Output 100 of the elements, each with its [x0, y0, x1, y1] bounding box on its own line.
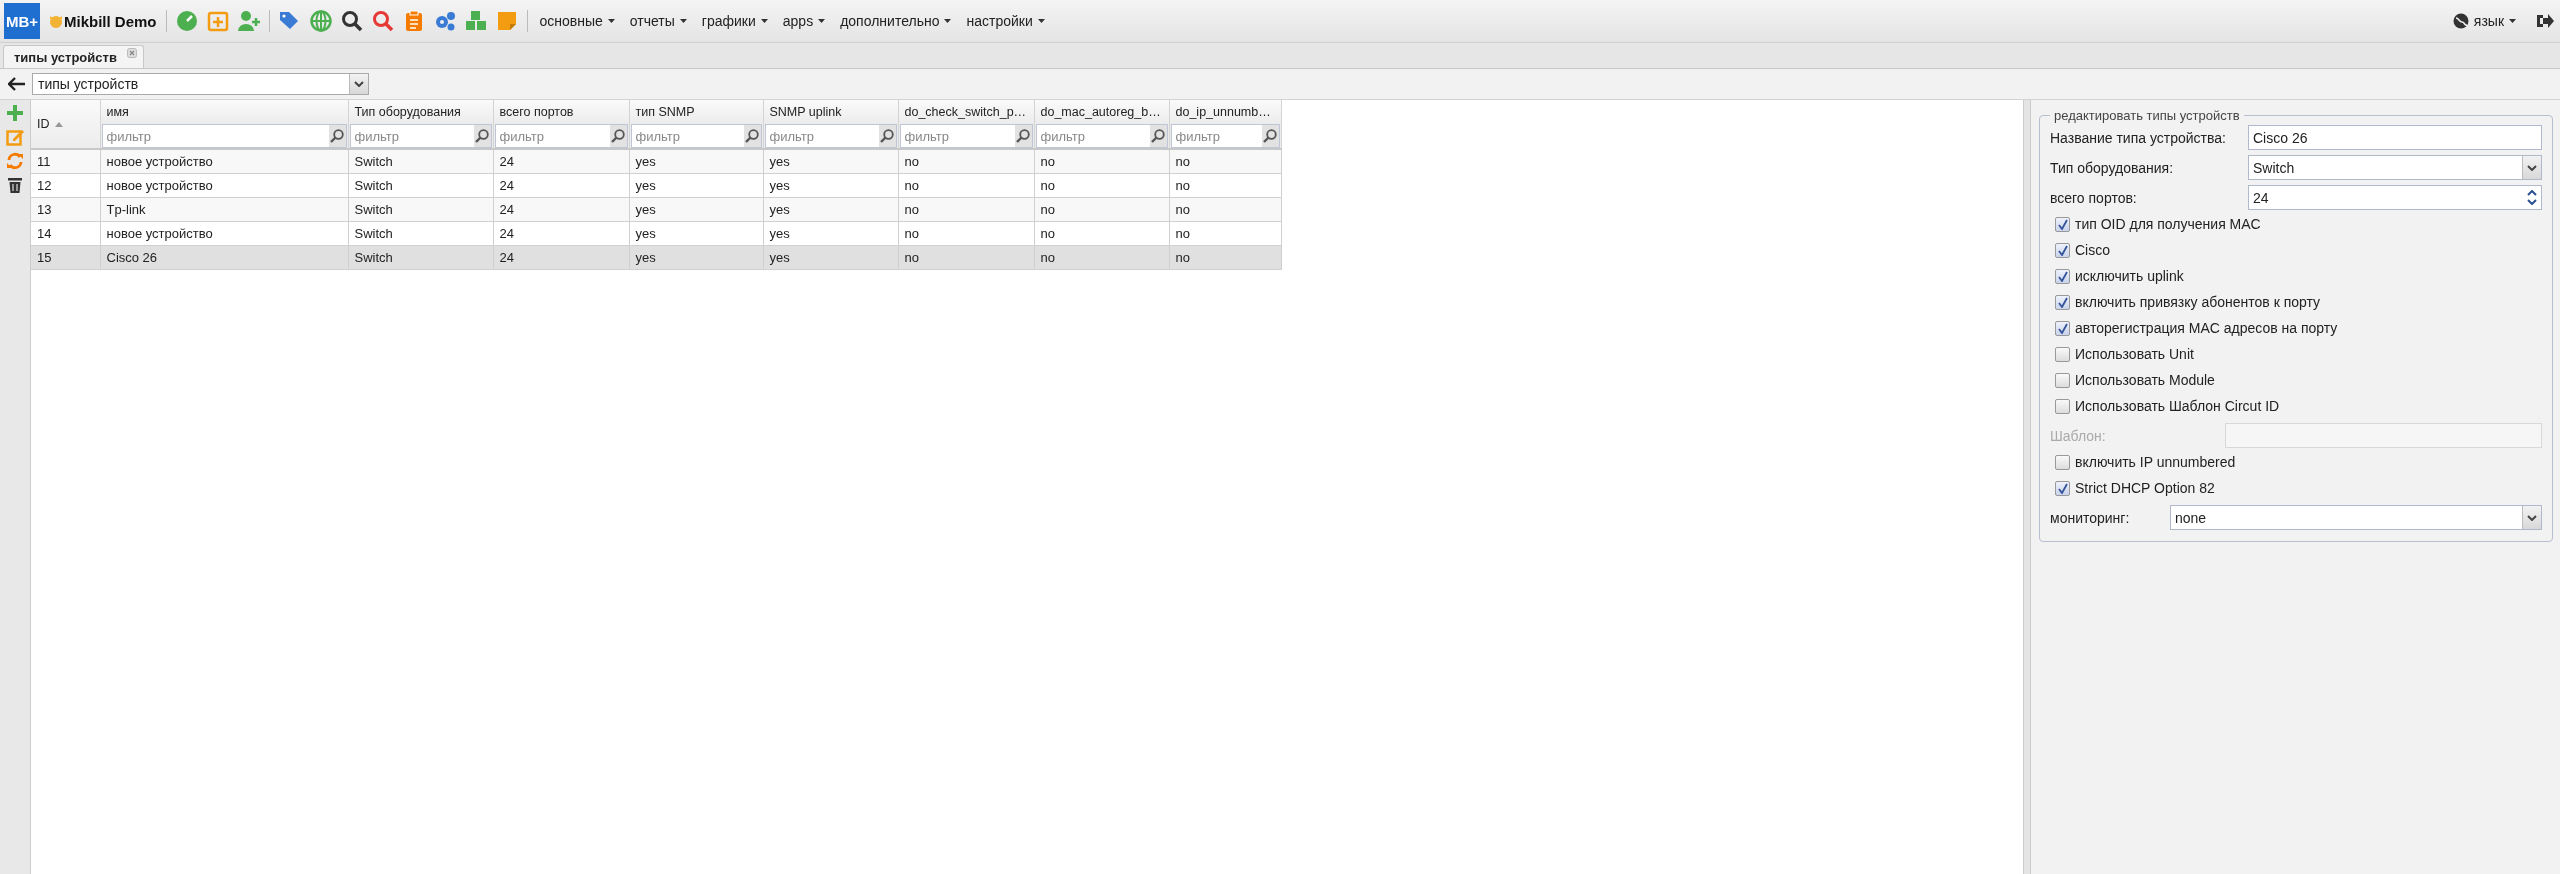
search-icon[interactable]	[340, 10, 363, 32]
caret-icon	[760, 19, 768, 23]
trash-icon[interactable]	[6, 176, 24, 194]
checkbox[interactable]	[2055, 216, 2070, 232]
table-cell: no	[904, 250, 919, 265]
check-icon	[2057, 218, 2068, 230]
table-cell: yes	[769, 202, 790, 217]
tags-icon[interactable]	[278, 10, 301, 32]
brand-name[interactable]: Mikbill Demo	[64, 12, 157, 30]
field-label: Тип оборудования:	[2050, 159, 2175, 176]
table-cell: Cisco 26	[106, 250, 158, 265]
back-arrow-icon[interactable]	[8, 77, 26, 91]
column-header[interactable]: ID	[31, 100, 100, 149]
table-cell: yes	[635, 226, 656, 241]
field-label: мониторинг:	[2050, 509, 2131, 526]
table-cell: 24	[499, 178, 514, 193]
checkbox[interactable]	[2055, 480, 2070, 496]
table-cell: no	[1175, 250, 1190, 265]
table-cell: Switch	[354, 178, 393, 193]
checkbox[interactable]	[2055, 268, 2070, 284]
field-label: Шаблон:	[2050, 427, 2107, 444]
table-cell: 24	[499, 226, 514, 241]
caret-icon	[2509, 19, 2516, 23]
menu-item[interactable]: дополнительно	[837, 13, 955, 29]
logout-icon[interactable]	[2536, 13, 2554, 29]
checkbox-label: включить IP unnumbered	[2075, 454, 2236, 470]
checkbox-label: исключить uplink	[2075, 268, 2184, 284]
field-label: Название типа устройства:	[2050, 129, 2227, 146]
table-row[interactable]: 13 Tp-link Switch 24 yes yes no no no	[31, 197, 1281, 222]
close-icon[interactable]	[126, 48, 137, 58]
caret-icon	[607, 19, 615, 23]
checkbox[interactable]	[2055, 346, 2070, 362]
column-header[interactable]: do_check_switch_p…	[898, 100, 1034, 123]
language-menu[interactable]: язык	[2449, 13, 2519, 29]
check-icon	[2057, 244, 2068, 256]
checkbox-label: авторегистрация MAC адресов на порту	[2075, 320, 2338, 336]
select-field[interactable]: Switch	[2248, 155, 2542, 180]
checkbox-label: Cisco	[2075, 242, 2110, 258]
table-cell: 13	[37, 202, 52, 217]
table-cell: 24	[499, 154, 514, 169]
column-header[interactable]: всего портов	[493, 100, 629, 123]
spin-down-icon[interactable]	[2527, 199, 2537, 205]
table-cell: yes	[769, 154, 790, 169]
checkbox[interactable]	[2055, 294, 2070, 310]
checkbox[interactable]	[2055, 242, 2070, 258]
table-row[interactable]: 11 новое устройство Switch 24 yes yes no no no	[31, 149, 1281, 174]
checkbox[interactable]	[2055, 398, 2070, 414]
menu-item[interactable]: графики	[698, 13, 771, 29]
menu-item[interactable]: apps	[779, 13, 829, 29]
input-field[interactable]: 24	[2248, 185, 2542, 210]
table-row[interactable]: 14 новое устройство Switch 24 yes yes no no no	[31, 221, 1281, 246]
checkbox-label: Использовать Шаблон Circut ID	[2075, 398, 2280, 414]
spin-up-icon[interactable]	[2527, 190, 2537, 196]
checkbox[interactable]	[2055, 372, 2070, 388]
caret-icon	[679, 19, 687, 23]
tab[interactable]: типы устройств	[3, 45, 144, 68]
menu-item[interactable]: настройки	[963, 13, 1048, 29]
chevron-down-icon	[2527, 514, 2537, 521]
table-cell: no	[1175, 178, 1190, 193]
table-row[interactable]: 12 новое устройство Switch 24 yes yes no no no	[31, 173, 1281, 198]
column-header[interactable]: тип SNMP	[629, 100, 763, 123]
table-cell: Switch	[354, 154, 393, 169]
select-field[interactable]: none	[2170, 505, 2542, 530]
table-cell: no	[904, 226, 919, 241]
column-header[interactable]: do_mac_autoreg_b…	[1034, 100, 1169, 123]
table-cell: no	[1175, 154, 1190, 169]
caret-icon	[944, 19, 952, 23]
table-cell: no	[1175, 226, 1190, 241]
note-icon[interactable]	[495, 10, 518, 32]
table-cell: 24	[499, 202, 514, 217]
table-cell: Tp-link	[106, 202, 146, 217]
column-header[interactable]: Тип оборудования	[348, 100, 493, 123]
table-cell: yes	[769, 178, 790, 193]
table-cell: no	[1040, 202, 1055, 217]
table-cell: no	[1040, 178, 1055, 193]
input-field[interactable]: Cisco 26	[2248, 125, 2542, 150]
check-icon	[2057, 296, 2068, 308]
table-row[interactable]: 15 Cisco 26 Switch 24 yes yes no no no	[31, 245, 1281, 270]
menu-item[interactable]: основные	[536, 13, 618, 29]
table-cell: 14	[37, 226, 52, 241]
table-cell: no	[1175, 202, 1190, 217]
splitter-handle[interactable]	[2023, 100, 2031, 874]
table-cell: no	[1040, 226, 1055, 241]
column-header[interactable]: do_ip_unnumb…	[1169, 100, 1281, 123]
table-cell: yes	[635, 202, 656, 217]
chevron-down-icon	[354, 81, 364, 87]
table-cell: 12	[37, 178, 52, 193]
column-header[interactable]: имя	[100, 100, 348, 123]
menu-item[interactable]: отчеты	[626, 13, 690, 29]
table-cell: yes	[769, 250, 790, 265]
table-cell: yes	[635, 178, 656, 193]
gauge-icon[interactable]	[175, 10, 198, 32]
table-cell: no	[1040, 154, 1055, 169]
page-select[interactable]: типы устройств	[32, 73, 369, 95]
column-header[interactable]: SNMP uplink	[763, 100, 898, 123]
logo[interactable]: MB+	[4, 3, 40, 39]
table-cell: no	[904, 154, 919, 169]
checkbox[interactable]	[2055, 320, 2070, 336]
table-cell: yes	[635, 154, 656, 169]
checkbox[interactable]	[2055, 454, 2070, 470]
